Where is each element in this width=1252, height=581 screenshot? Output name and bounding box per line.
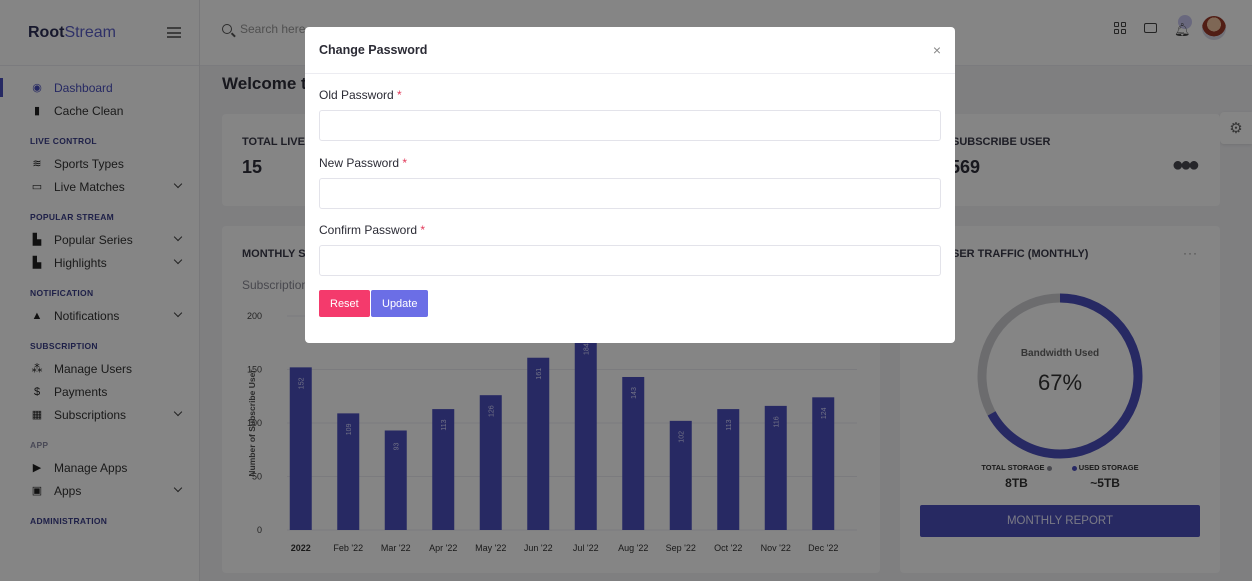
new-password-label: New Password * — [319, 156, 408, 170]
reset-button[interactable]: Reset — [319, 290, 370, 317]
confirm-password-input[interactable] — [319, 245, 941, 276]
new-password-input[interactable] — [319, 178, 941, 209]
old-password-label: Old Password * — [319, 88, 402, 102]
modal-title: Change Password — [319, 43, 428, 57]
old-password-input[interactable] — [319, 110, 941, 141]
close-icon[interactable]: × — [933, 42, 941, 58]
confirm-password-label: Confirm Password * — [319, 223, 426, 237]
update-button[interactable]: Update — [371, 290, 429, 317]
change-password-modal: Change Password × Old Password * New Pas… — [305, 27, 955, 343]
modal-header: Change Password × — [305, 27, 955, 74]
